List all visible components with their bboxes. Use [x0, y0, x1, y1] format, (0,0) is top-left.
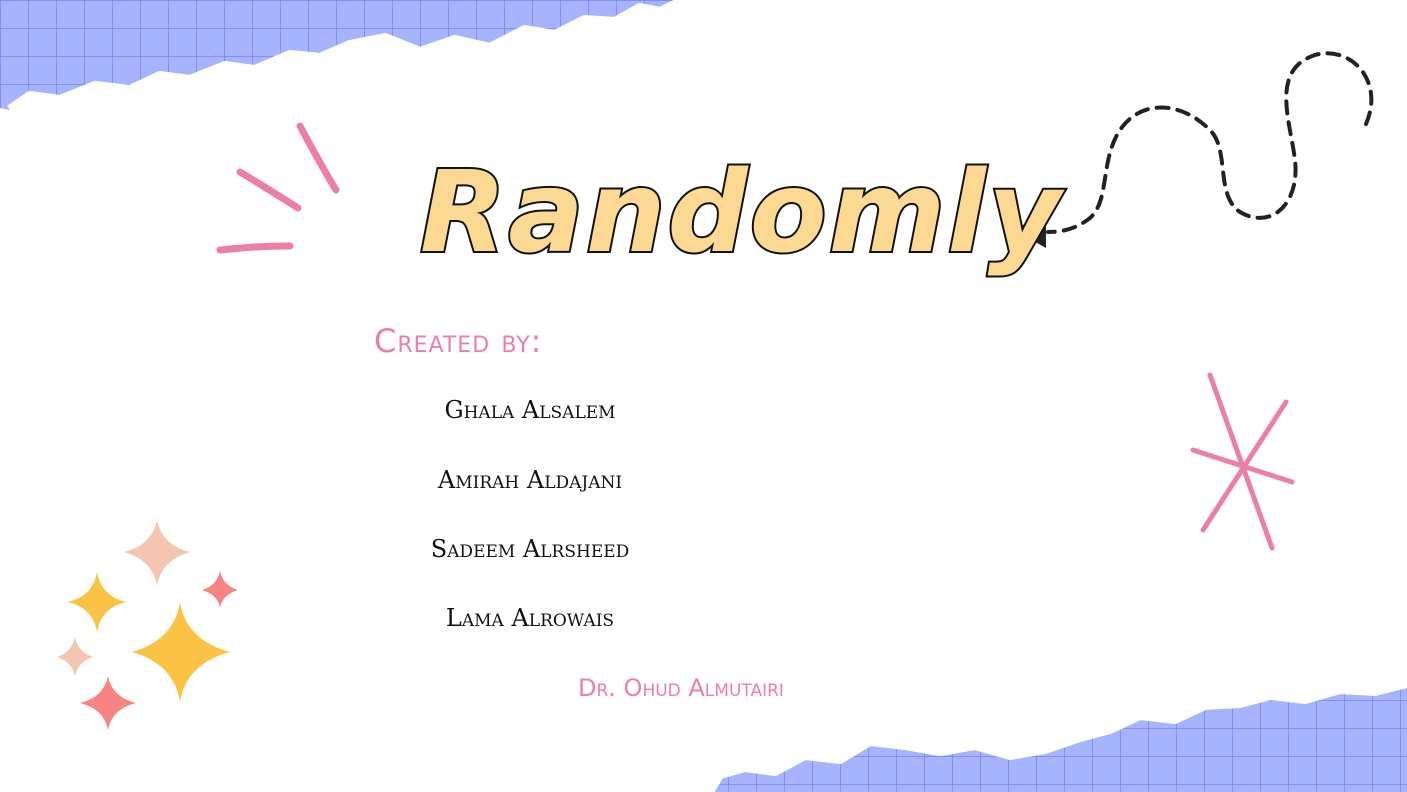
member-name: Sadeem Alrsheed — [430, 535, 630, 563]
sparkles-cluster — [57, 520, 238, 730]
created-by-label: Created by: — [374, 322, 543, 360]
pink-asterisk — [1190, 372, 1295, 551]
member-name: Amirah Aldajani — [437, 466, 623, 494]
grid-paper-top-left — [0, 0, 688, 115]
dashed-arrow — [1014, 51, 1374, 248]
member-name: Lama Alrowais — [445, 604, 615, 632]
slide-title: Randomly — [418, 146, 1063, 280]
grid-paper-bottom-right — [706, 680, 1407, 792]
member-name: Ghala Alsalem — [444, 396, 616, 424]
pink-burst-lines — [216, 122, 340, 254]
supervisor-name: Dr. Ohud Almutairi — [578, 674, 784, 702]
